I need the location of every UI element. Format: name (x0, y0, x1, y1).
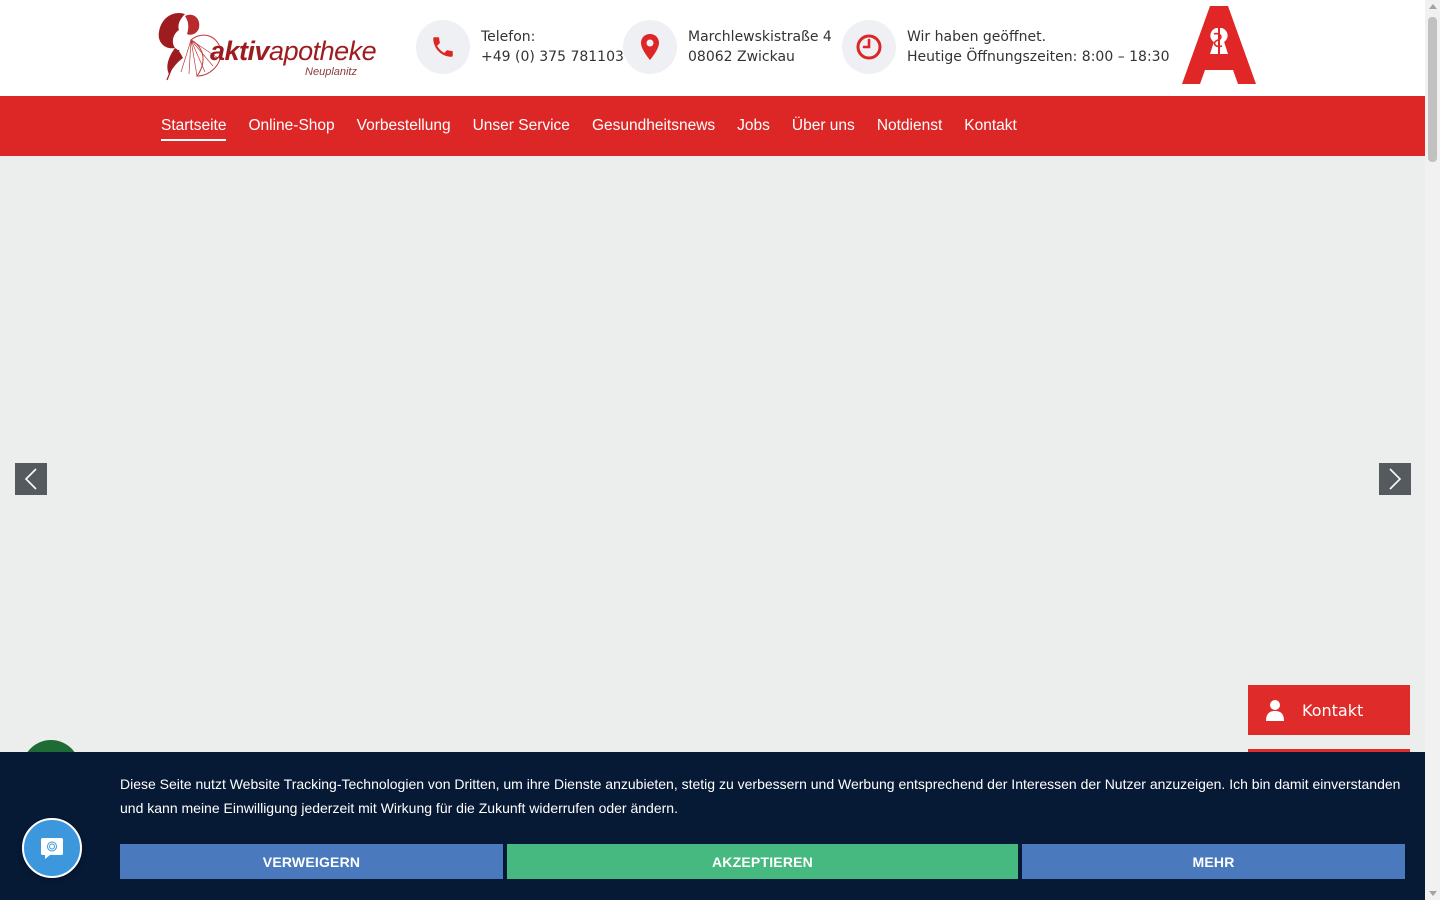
site-header: aktivapotheke Neuplanitz Telefon: +49 (0… (0, 0, 1425, 96)
phone-label: Telefon: (481, 29, 536, 45)
floating-kontakt-label: Kontakt (1302, 700, 1364, 720)
hours-info: Wir haben geöffnet. Heutige Öffnungszeit… (842, 20, 1170, 74)
logo-subtitle: Neuplanitz (305, 66, 357, 78)
address-city: 08062 Zwickau (688, 49, 795, 65)
floating-kontakt-button[interactable]: Kontakt (1248, 685, 1410, 735)
cookie-consent-text: Diese Seite nutzt Website Tracking-Techn… (120, 776, 1401, 816)
chat-widget-button[interactable] (22, 818, 82, 878)
cookie-refuse-button[interactable]: VERWEIGERN (120, 844, 503, 879)
nav-item-vorbestellung[interactable]: Vorbestellung (357, 117, 451, 135)
page-scrollbar[interactable] (1425, 0, 1440, 900)
nav-item-notdienst[interactable]: Notdienst (877, 117, 942, 135)
hours-status: Wir haben geöffnet. (907, 29, 1047, 45)
main-navigation: Startseite Online-Shop Vorbestellung Uns… (0, 96, 1425, 156)
chevron-left-icon (24, 468, 37, 490)
clock-icon (842, 20, 896, 74)
logo-wordmark: aktivapotheke (210, 36, 377, 66)
apotheke-a-logo-icon (1182, 6, 1256, 84)
nav-item-gesundheitsnews[interactable]: Gesundheitsnews (592, 117, 715, 135)
nav-item-startseite[interactable]: Startseite (161, 117, 227, 141)
scroll-up-arrow-icon[interactable] (1429, 4, 1437, 9)
cookie-accept-button[interactable]: AKZEPTIEREN (507, 844, 1018, 879)
hero-slider (0, 156, 1425, 752)
nav-item-jobs[interactable]: Jobs (737, 117, 770, 135)
nav-item-ueber-uns[interactable]: Über uns (792, 117, 855, 135)
cookie-banner: Diese Seite nutzt Website Tracking-Techn… (0, 752, 1425, 900)
chat-fingerprint-icon (41, 838, 63, 859)
phone-info[interactable]: Telefon: +49 (0) 375 781103 (416, 20, 624, 74)
hours-today: Heutige Öffnungszeiten: 8:00 – 18:30 (907, 49, 1170, 65)
phone-icon (416, 20, 470, 74)
nav-item-kontakt[interactable]: Kontakt (964, 117, 1017, 135)
map-pin-icon (623, 20, 677, 74)
nav-item-unser-service[interactable]: Unser Service (473, 117, 570, 135)
slider-next-button[interactable] (1379, 463, 1411, 495)
cookie-more-button[interactable]: MEHR (1022, 844, 1405, 879)
site-logo[interactable]: aktivapotheke Neuplanitz (155, 10, 377, 82)
scroll-down-arrow-icon[interactable] (1429, 891, 1437, 896)
address-street: Marchlewskistraße 4 (688, 29, 832, 45)
user-icon (1248, 699, 1302, 721)
scrollbar-thumb[interactable] (1428, 17, 1437, 162)
phone-number[interactable]: +49 (0) 375 781103 (481, 47, 624, 67)
slider-prev-button[interactable] (15, 463, 47, 495)
nav-item-online-shop[interactable]: Online-Shop (248, 117, 334, 135)
chevron-right-icon (1389, 468, 1402, 490)
address-info[interactable]: Marchlewskistraße 4 08062 Zwickau (623, 20, 832, 74)
